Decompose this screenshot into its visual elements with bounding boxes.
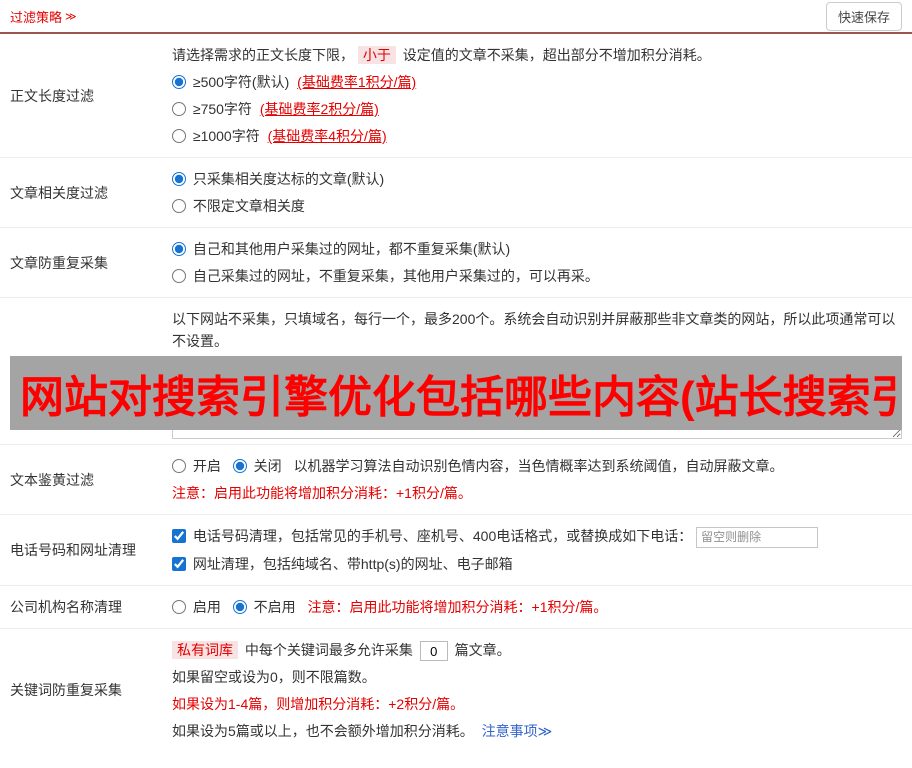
notes-link[interactable]: 注意事项≫: [482, 723, 553, 739]
phone-clean-checkbox[interactable]: [172, 529, 186, 543]
row-label-company-clean: 公司机构名称清理: [10, 598, 122, 615]
less-than-tag: 小于: [357, 46, 396, 64]
relevance-strict-label: 只采集相关度达标的文章(默认): [192, 171, 385, 187]
company-on-radio[interactable]: [172, 599, 186, 614]
relevance-strict-radio[interactable]: [172, 172, 186, 186]
keyword-limit-text: 中每个关键词最多允许采集: [244, 641, 413, 658]
watermark-text: 网站对搜索引擎优化包括哪些内容(站长搜索引: [20, 373, 902, 422]
quick-save-button[interactable]: 快速保存: [825, 1, 902, 31]
intro-text-after: 设定值的文章不采集，超出部分不增加积分消耗。: [402, 47, 711, 63]
row-label-relevance-filter: 文章相关度过滤: [10, 184, 108, 201]
phone-clean-label: 电话号码清理，包括常见的手机号、座机号、400电话格式，或替换成如下电话：: [192, 528, 693, 544]
company-on-label: 启用: [192, 598, 221, 615]
length-500-fee-note: (基础费率1积分/篇): [297, 74, 417, 90]
row-company-clean: 公司机构名称清理 启用 不启用 注意：启用此功能将增加积分消耗：+1积分/篇。: [0, 584, 912, 628]
row-label-porn-filter: 文本鉴黄过滤: [10, 471, 94, 488]
dedup-global-radio[interactable]: [172, 242, 186, 256]
row-label-keyword-dedup: 关键词防重复采集: [10, 682, 122, 699]
company-on-option[interactable]: 启用: [172, 599, 225, 615]
length-1000-radio[interactable]: [172, 129, 186, 143]
length-750-label: ≥750字符: [192, 101, 252, 117]
url-clean-label: 网址清理，包括纯域名、带http(s)的网址、电子邮箱: [192, 555, 513, 572]
row-keyword-dedup: 关键词防重复采集 私有词库 中每个关键词最多允许采集 篇文章。 如果留空或设为0…: [0, 627, 912, 752]
site-exclude-desc: 以下网站不采集，只填域名，每行一个，最多200个。系统会自动识别并屏蔽那些非文章…: [172, 311, 896, 349]
dedup-option-global[interactable]: 自己和其他用户采集过的网址，都不重复采集(默认): [172, 238, 902, 260]
length-1000-label: ≥1000字符: [192, 128, 260, 144]
row-dedup-filter: 文章防重复采集 自己和其他用户采集过的网址，都不重复采集(默认) 自己采集过的网…: [0, 227, 912, 297]
porn-on-label: 开启: [192, 458, 221, 474]
keyword-limit-unit: 篇文章。: [454, 641, 511, 658]
length-750-fee-note: (基础费率2积分/篇): [259, 101, 379, 117]
relevance-option-any[interactable]: 不限定文章相关度: [172, 195, 902, 217]
row-length-filter: 正文长度过滤 请选择需求的正文长度下限， 小于 设定值的文章不采集，超出部分不增…: [0, 34, 912, 157]
porn-off-label: 关闭: [253, 458, 282, 474]
length-1000-fee-note: (基础费率4积分/篇): [267, 128, 387, 144]
keyword-rule-1-4: 如果设为1-4篇，则增加积分消耗：+2积分/篇。: [172, 696, 465, 713]
relevance-any-radio[interactable]: [172, 199, 186, 213]
dedup-own-label: 自己采集过的网址，不重复采集，其他用户采集过的，可以再采。: [192, 268, 599, 284]
dedup-own-radio[interactable]: [172, 269, 186, 283]
porn-on-radio[interactable]: [172, 459, 186, 473]
watermark-overlay: 网站对搜索引擎优化包括哪些内容(站长搜索引: [10, 356, 902, 430]
porn-off-option[interactable]: 关闭: [232, 458, 286, 474]
length-750-radio[interactable]: [172, 102, 186, 116]
page-title[interactable]: 过滤策略 ≫: [10, 7, 77, 26]
keyword-rule-zero: 如果留空或设为0，则不限篇数。: [172, 669, 376, 686]
length-filter-intro: 请选择需求的正文长度下限， 小于 设定值的文章不采集，超出部分不增加积分消耗。: [172, 44, 902, 66]
dedup-option-own[interactable]: 自己采集过的网址，不重复采集，其他用户采集过的，可以再采。: [172, 265, 902, 287]
length-option-1000[interactable]: ≥1000字符 (基础费率4积分/篇): [172, 125, 902, 147]
page-title-text: 过滤策略: [10, 9, 63, 25]
keyword-limit-input[interactable]: [419, 641, 448, 662]
phone-clean-option[interactable]: 电话号码清理，包括常见的手机号、座机号、400电话格式，或替换成如下电话：: [172, 528, 696, 544]
url-clean-checkbox[interactable]: [172, 556, 186, 571]
relevance-option-strict[interactable]: 只采集相关度达标的文章(默认): [172, 168, 902, 190]
keyword-rule-5plus: 如果设为5篇或以上，也不会额外增加积分消耗。: [172, 723, 474, 740]
company-off-option[interactable]: 不启用: [232, 598, 300, 615]
length-500-label: ≥500字符(默认): [192, 74, 290, 90]
intro-text-before: 请选择需求的正文长度下限，: [172, 47, 354, 63]
length-option-750[interactable]: ≥750字符 (基础费率2积分/篇): [172, 98, 902, 120]
porn-off-radio[interactable]: [232, 459, 247, 473]
row-label-dedup-filter: 文章防重复采集: [10, 254, 108, 271]
url-clean-option[interactable]: 网址清理，包括纯域名、带http(s)的网址、电子邮箱: [172, 556, 513, 572]
row-site-exclude: 目标网站排除 以下网站不采集，只填域名，每行一个，最多200个。系统会自动识别并…: [0, 297, 912, 444]
company-clean-cost-note: 注意：启用此功能将增加积分消耗：+1积分/篇。: [307, 598, 608, 615]
relevance-any-label: 不限定文章相关度: [192, 198, 305, 214]
row-relevance-filter: 文章相关度过滤 只采集相关度达标的文章(默认) 不限定文章相关度: [0, 157, 912, 227]
length-500-radio[interactable]: [172, 75, 186, 89]
porn-filter-cost-note: 注意：启用此功能将增加积分消耗：+1积分/篇。: [172, 485, 472, 501]
length-option-500[interactable]: ≥500字符(默认) (基础费率1积分/篇): [172, 71, 902, 93]
row-label-phone-url-clean: 电话号码和网址清理: [10, 541, 136, 558]
private-lexicon-tag: 私有词库: [172, 640, 238, 659]
company-off-label: 不启用: [253, 598, 296, 615]
porn-filter-desc: 以机器学习算法自动识别色情内容，当色情概率达到系统阈值，自动屏蔽文章。: [293, 458, 784, 474]
top-bar: 过滤策略 ≫ 快速保存: [0, 0, 912, 34]
replacement-phone-input[interactable]: [696, 526, 819, 548]
row-phone-url-clean: 电话号码和网址清理 电话号码清理，包括常见的手机号、座机号、400电话格式，或替…: [0, 514, 912, 585]
row-porn-filter: 文本鉴黄过滤 开启 关闭 以机器学习算法自动识别色情内容，当色情概率达到系统阈值…: [0, 444, 912, 514]
filter-settings-table: 正文长度过滤 请选择需求的正文长度下限， 小于 设定值的文章不采集，超出部分不增…: [0, 34, 912, 752]
company-off-radio[interactable]: [232, 599, 247, 614]
chevron-down-icon: ≫: [65, 10, 77, 23]
dedup-global-label: 自己和其他用户采集过的网址，都不重复采集(默认): [192, 241, 511, 257]
row-label-length-filter: 正文长度过滤: [10, 87, 94, 104]
porn-on-option[interactable]: 开启: [172, 458, 225, 474]
